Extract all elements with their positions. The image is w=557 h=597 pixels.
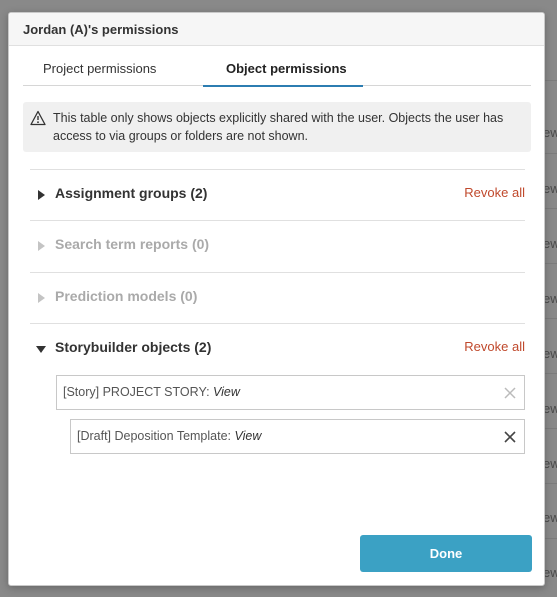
section-assignment-groups[interactable]: Assignment groups (2) Revoke all [30, 169, 525, 220]
caret-right-icon[interactable] [38, 190, 45, 200]
background-row-text: ew [543, 346, 557, 361]
close-icon[interactable] [503, 386, 517, 400]
background-row-text: ew [543, 510, 557, 525]
section-title[interactable]: Storybuilder objects (2) [55, 339, 211, 355]
background-row-text: ew [543, 291, 557, 306]
section-search-term-reports: Search term reports (0) [30, 220, 525, 271]
permission-level: View [213, 385, 240, 399]
background-row-text: ew [543, 236, 557, 251]
background-row-divider [543, 263, 557, 264]
background-row-divider [543, 153, 557, 154]
caret-right-icon [38, 241, 45, 251]
dialog-title: Jordan (A)'s permissions [9, 13, 544, 46]
close-icon[interactable] [503, 430, 517, 444]
list-item-draft: [Draft] Deposition Template: View [70, 419, 525, 454]
permissions-dialog: Jordan (A)'s permissions Project permiss… [8, 12, 545, 586]
tab-project-permissions[interactable]: Project permissions [23, 59, 203, 86]
section-title[interactable]: Assignment groups (2) [55, 185, 207, 201]
background-row-divider [543, 483, 557, 484]
section-title: Prediction models (0) [55, 288, 198, 304]
background-row-text: ew [543, 565, 557, 580]
background-row-text: ew [543, 456, 557, 471]
background-row-divider [543, 428, 557, 429]
info-notice: This table only shows objects explicitly… [23, 102, 531, 152]
background-row-text: ew [543, 401, 557, 416]
caret-down-icon[interactable] [36, 346, 46, 353]
revoke-all-assignment-groups-link[interactable]: Revoke all [464, 185, 525, 200]
warning-triangle-icon [30, 110, 46, 126]
background-row-divider [543, 538, 557, 539]
background-row-divider [543, 318, 557, 319]
background-row-text: ew [543, 181, 557, 196]
tab-object-permissions[interactable]: Object permissions [203, 59, 363, 87]
section-prediction-models: Prediction models (0) [30, 272, 525, 323]
section-title: Search term reports (0) [55, 236, 210, 252]
notice-text: This table only shows objects explicitly… [53, 111, 504, 143]
object-name: [Story] PROJECT STORY: [63, 385, 214, 399]
caret-right-icon [38, 293, 45, 303]
permission-level: View [234, 429, 262, 443]
section-storybuilder-objects[interactable]: Storybuilder objects (2) Revoke all [30, 323, 525, 374]
tab-bar: Project permissions Object permissions [23, 59, 531, 87]
done-button[interactable]: Done [360, 535, 532, 572]
list-item-story: [Story] PROJECT STORY: View [56, 375, 525, 410]
background-row-text: ew [543, 125, 557, 140]
background-row-divider [543, 373, 557, 374]
object-name: [Draft] Deposition Template: [77, 429, 235, 443]
background-row-divider [543, 208, 557, 209]
revoke-all-storybuilder-link[interactable]: Revoke all [464, 339, 525, 354]
background-row-divider [543, 80, 557, 81]
